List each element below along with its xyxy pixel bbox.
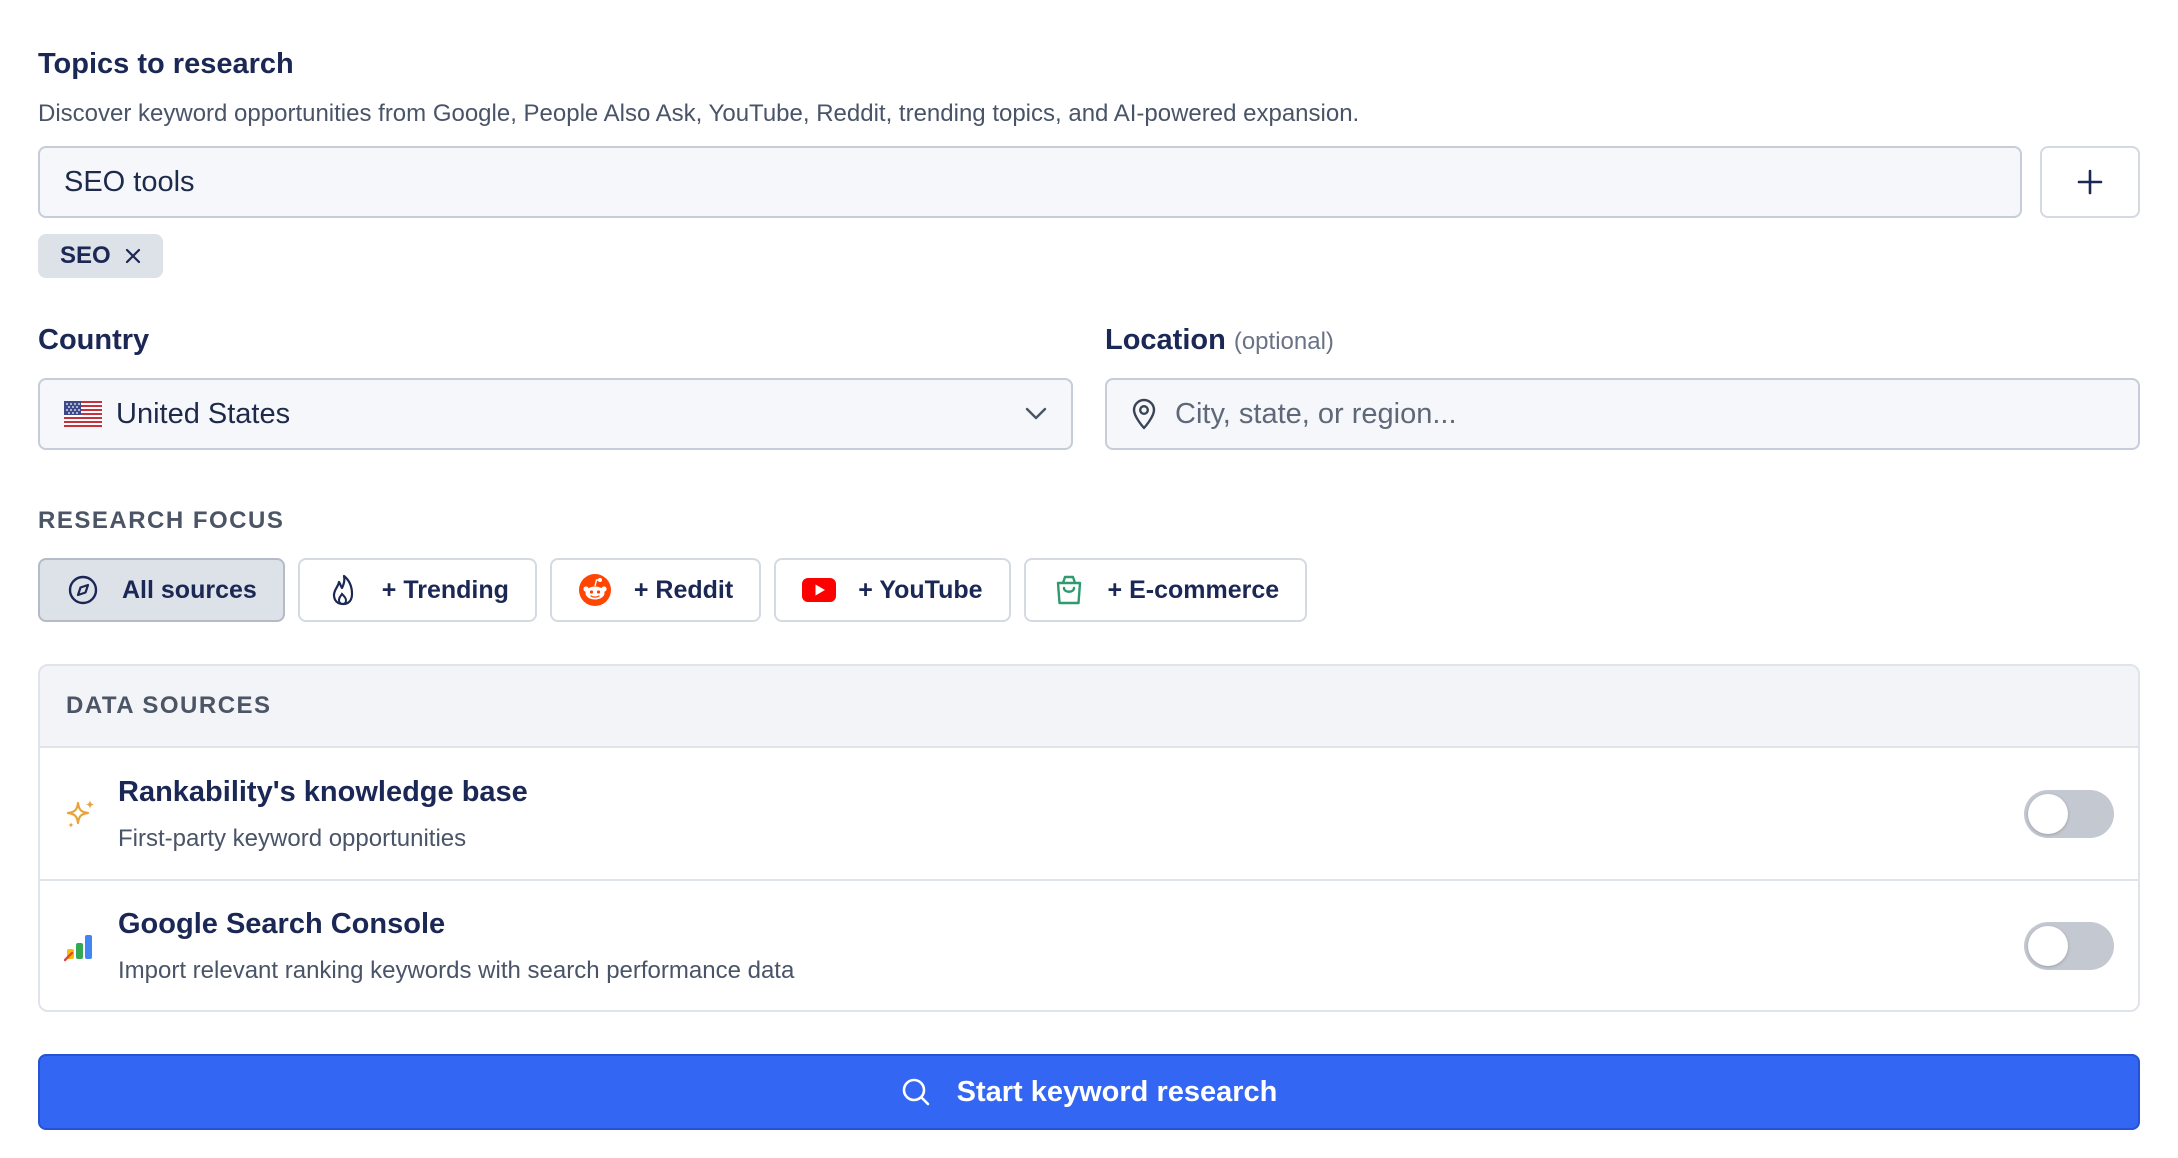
chevron-down-icon bbox=[1025, 407, 1047, 420]
chip-ecommerce[interactable]: + E-commerce bbox=[1023, 558, 1308, 622]
keyword-research-form: Topics to research Discover keyword oppo… bbox=[0, 0, 2178, 1158]
topic-input[interactable] bbox=[38, 146, 2022, 218]
chip-trending[interactable]: + Trending bbox=[297, 558, 537, 622]
data-sources-title: DATA SOURCES bbox=[40, 666, 2138, 748]
map-pin-icon bbox=[1132, 398, 1156, 430]
data-source-subtitle: First-party keyword opportunities bbox=[118, 824, 467, 852]
reddit-icon bbox=[578, 573, 612, 607]
research-focus-chips: All sources + Trending + Reddit + YouTub… bbox=[38, 558, 2140, 622]
research-focus-title: RESEARCH FOCUS bbox=[38, 507, 285, 534]
chip-label: All sources bbox=[122, 575, 257, 604]
chip-label: + Trending bbox=[381, 575, 509, 604]
us-flag-icon bbox=[64, 401, 102, 427]
chip-label: + E-commerce bbox=[1107, 575, 1280, 604]
compass-icon bbox=[66, 573, 100, 607]
start-research-label: Start keyword research bbox=[956, 1075, 1278, 1108]
flame-icon bbox=[326, 573, 360, 607]
data-source-title: Rankability's knowledge base bbox=[118, 775, 528, 808]
country-label: Country bbox=[38, 324, 150, 356]
chip-reddit[interactable]: + Reddit bbox=[549, 558, 762, 622]
knowledge-base-toggle[interactable] bbox=[2024, 789, 2114, 838]
search-console-toggle[interactable] bbox=[2024, 921, 2114, 970]
location-optional-note: (optional) bbox=[1233, 328, 1334, 355]
country-selected-value: United States bbox=[116, 397, 291, 430]
country-field: Country United States bbox=[38, 322, 1073, 450]
topic-tag: SEO bbox=[38, 234, 163, 278]
search-icon bbox=[902, 1078, 929, 1106]
chip-all-sources[interactable]: All sources bbox=[38, 558, 285, 622]
country-select[interactable]: United States bbox=[38, 378, 1073, 450]
toggle-knob bbox=[2028, 793, 2068, 834]
data-source-text: Rankability's knowledge base First-party… bbox=[118, 773, 2024, 855]
add-topic-button[interactable] bbox=[2040, 146, 2140, 218]
location-input-wrapper bbox=[1105, 378, 2140, 450]
close-icon[interactable] bbox=[125, 248, 141, 264]
data-source-text: Google Search Console Import relevant ra… bbox=[118, 905, 2024, 987]
plus-icon bbox=[2077, 169, 2103, 195]
data-source-title: Google Search Console bbox=[118, 907, 446, 940]
topics-title: Topics to research bbox=[38, 48, 294, 80]
google-search-console-icon bbox=[64, 929, 98, 963]
topic-tags: SEO bbox=[38, 234, 2140, 278]
toggle-knob bbox=[2028, 925, 2068, 966]
data-sources-panel: DATA SOURCES Rankability's knowledge bas… bbox=[38, 664, 2140, 1012]
chip-label: + Reddit bbox=[633, 575, 734, 604]
data-source-subtitle: Import relevant ranking keywords with se… bbox=[118, 956, 795, 984]
data-source-knowledge-base: Rankability's knowledge base First-party… bbox=[40, 748, 2138, 879]
sparkles-icon bbox=[64, 797, 98, 831]
topic-tag-label: SEO bbox=[60, 242, 111, 269]
topics-description: Discover keyword opportunities from Goog… bbox=[38, 100, 1360, 127]
youtube-icon bbox=[802, 573, 837, 607]
topic-input-row bbox=[38, 146, 2140, 218]
country-location-row: Country United States Location (optional… bbox=[38, 322, 2140, 450]
location-field: Location (optional) bbox=[1105, 322, 2140, 450]
chip-youtube[interactable]: + YouTube bbox=[774, 558, 1011, 622]
chip-label: + YouTube bbox=[858, 575, 983, 604]
location-input[interactable] bbox=[1175, 397, 2114, 431]
location-label: Location bbox=[1105, 324, 1226, 356]
start-research-button[interactable]: Start keyword research bbox=[38, 1054, 2140, 1130]
location-label-row: Location (optional) bbox=[1105, 322, 2140, 358]
data-source-search-console: Google Search Console Import relevant ra… bbox=[40, 879, 2138, 1010]
shopping-bag-icon bbox=[1052, 573, 1086, 607]
